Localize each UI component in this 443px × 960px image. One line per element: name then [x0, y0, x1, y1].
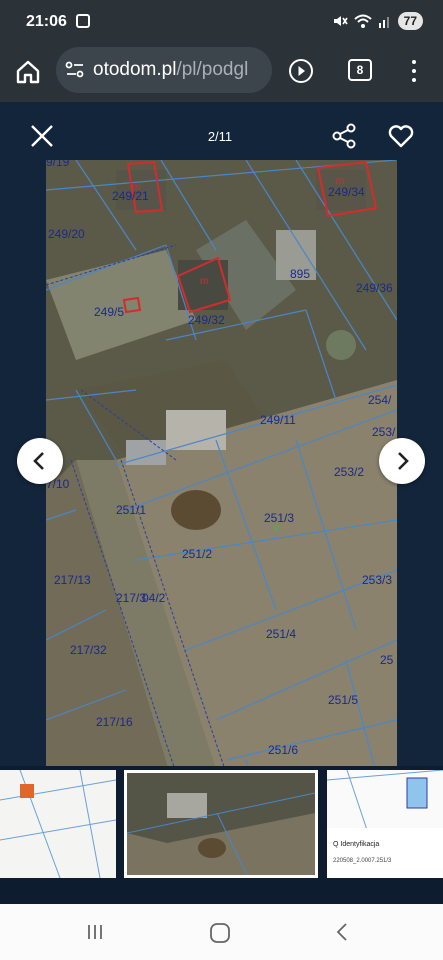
url-text[interactable]: otodom.pl/pl/podgl — [93, 59, 248, 81]
favorite-heart-icon[interactable] — [387, 122, 415, 150]
parcel-label: 251/4 — [266, 627, 296, 641]
zone-label: R — [274, 524, 280, 533]
listing-photo-map: 249/21 249/34 249/20 895 249/36 249/5 24… — [46, 160, 397, 862]
parcel-label: 251/2 — [182, 547, 212, 561]
parcel-label: 249/20 — [48, 227, 85, 241]
parcel-label: 254/ — [368, 393, 392, 407]
building-label: m — [336, 176, 344, 187]
parcel-label: 217/16 — [96, 715, 133, 729]
parcel-label: 249/34 — [328, 185, 365, 199]
more-menu-icon[interactable] — [410, 58, 418, 84]
parcel-label: 25 — [380, 653, 394, 667]
url-bar[interactable]: otodom.pl/pl/podgl — [56, 47, 272, 93]
home-navigation-icon[interactable] — [209, 922, 231, 944]
parcel-label: 249/11 — [260, 413, 296, 427]
parcel-label: 9/19 — [46, 160, 70, 169]
building-label: m — [132, 182, 140, 193]
mute-icon — [333, 16, 348, 26]
play-icon[interactable] — [289, 59, 313, 83]
parcel-label: 253/3 — [362, 573, 392, 587]
parcel-label: 251/3 — [264, 511, 294, 525]
signal-icon — [378, 17, 389, 28]
thumb-text: 220508_2.0007.251/3 — [333, 858, 392, 864]
thumb-text: Q Identyfikacja — [333, 841, 379, 848]
battery-indicator: 77 — [397, 12, 423, 30]
tab-switcher-button[interactable]: 8 — [348, 59, 372, 81]
parcel-label: 217/13 — [54, 573, 91, 587]
parcel-label: 895 — [290, 267, 310, 281]
wifi-icon — [353, 14, 372, 28]
thumbnail-2-selected[interactable] — [124, 770, 318, 878]
site-settings-icon[interactable] — [65, 61, 85, 79]
share-icon[interactable] — [331, 122, 357, 150]
parcel-label: 253/2 — [334, 465, 364, 479]
recent-apps-icon[interactable] — [85, 922, 105, 942]
parcel-label: 249/36 — [356, 281, 393, 295]
url-domain: otodom.pl — [93, 59, 177, 80]
chevron-left-icon — [33, 452, 44, 470]
previous-image-button[interactable] — [17, 438, 63, 484]
back-icon[interactable] — [334, 922, 350, 942]
photo-viewer: 2/11 249/21 249/34 249/20 895 249/36 249… — [0, 102, 443, 862]
parcel-label: 04/2 — [142, 591, 166, 605]
aerial-map-image: 249/21 249/34 249/20 895 249/36 249/5 24… — [46, 160, 397, 862]
close-icon[interactable] — [28, 122, 56, 150]
building-label: m — [200, 276, 208, 287]
chevron-right-icon — [398, 452, 409, 470]
thumbnail-1[interactable] — [0, 770, 116, 878]
parcel-label: 251/5 — [328, 693, 358, 707]
parcel-label: 253/ — [372, 425, 396, 439]
parcel-label: 217/32 — [70, 643, 107, 657]
browser-toolbar: otodom.pl/pl/podgl 8 — [0, 44, 443, 102]
image-counter: 2/11 — [207, 129, 233, 144]
screenshot-icon — [76, 14, 90, 28]
thumbnail-3[interactable]: Q Identyfikacja 220508_2.0007.251/3 — [327, 770, 443, 878]
parcel-label: 249/21 — [112, 189, 149, 203]
system-navigation-bar — [0, 904, 443, 960]
thumbnail-strip: Q Identyfikacja 220508_2.0007.251/3 — [0, 766, 443, 886]
home-icon[interactable] — [14, 58, 42, 86]
clock: 21:06 — [26, 13, 67, 30]
next-image-button[interactable] — [379, 438, 425, 484]
parcel-label: 251/1 — [116, 503, 146, 517]
parcel-label: 249/32 — [188, 313, 225, 327]
parcel-label: 249/5 — [94, 305, 124, 319]
url-path: /pl/podgl — [176, 59, 249, 80]
parcel-label: 251/6 — [268, 743, 298, 757]
status-bar: 21:06 77 — [0, 0, 443, 44]
